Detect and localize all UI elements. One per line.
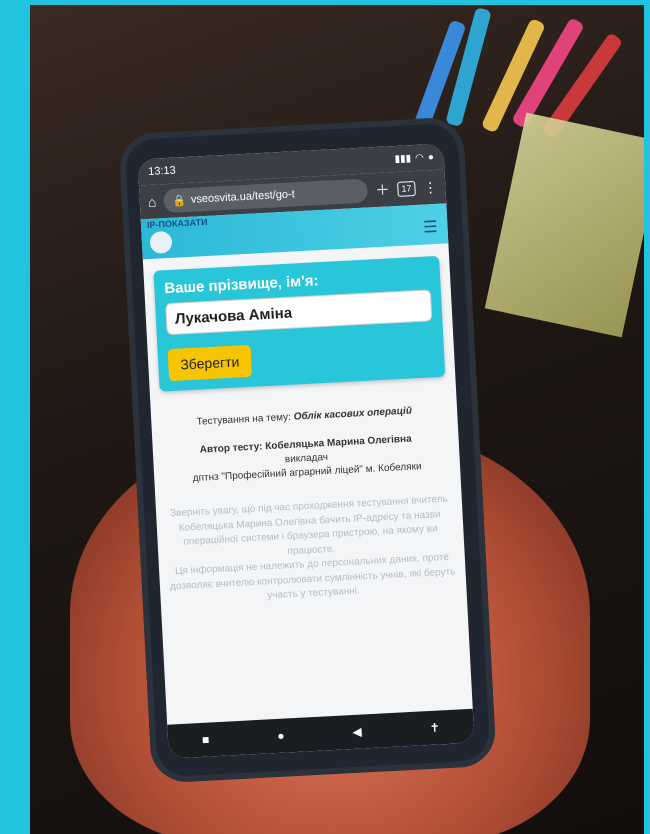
- hamburger-icon[interactable]: ☰: [423, 217, 438, 238]
- author-block: Автор тесту: Кобеляцька Марина Олегівна …: [163, 431, 451, 488]
- status-time: 13:13: [147, 164, 177, 178]
- recent-apps-icon[interactable]: ■: [202, 733, 210, 747]
- topic-prefix: Тестування на тему:: [196, 411, 292, 428]
- android-nav-bar: ■ ● ◀ ✝: [167, 708, 475, 759]
- avatar[interactable]: [149, 230, 173, 254]
- accessibility-icon[interactable]: ✝: [429, 720, 440, 735]
- battery-icon: ●: [427, 151, 435, 163]
- signal-icon: ▮▮▮: [394, 152, 412, 165]
- home-icon[interactable]: ⌂: [147, 194, 156, 210]
- save-button[interactable]: Зберегти: [167, 344, 253, 382]
- topic-line: Тестування на тему: Облік касових операц…: [161, 403, 447, 432]
- home-button-icon[interactable]: ●: [277, 729, 285, 743]
- topic-title: Облік касових операцій: [293, 405, 413, 423]
- page-content: Ваше прізвище, ім'я: Зберегти Тестування…: [143, 243, 468, 621]
- lock-icon: 🔒: [171, 194, 187, 208]
- status-icons: ▮▮▮ ◠ ●: [394, 151, 434, 164]
- ip-show-label[interactable]: ІР-ПОКАЗАТИ: [147, 217, 208, 230]
- author-label: Автор тесту:: [199, 441, 263, 456]
- test-info: Тестування на тему: Облік касових операц…: [161, 403, 457, 609]
- new-tab-icon[interactable]: ＋: [375, 179, 390, 200]
- more-menu-icon[interactable]: ⋮: [423, 178, 438, 196]
- back-icon[interactable]: ◀: [352, 725, 362, 739]
- address-bar[interactable]: 🔒 vseosvita.ua/test/go-t: [163, 178, 369, 214]
- phone: 13:13 ▮▮▮ ◠ ● ⌂ 🔒 vseosvita.ua/test/go-t…: [118, 116, 497, 784]
- paper-bag: [484, 112, 644, 338]
- name-input[interactable]: [165, 289, 433, 336]
- privacy-notice: Зверніть увагу, що під час проходження т…: [166, 493, 457, 609]
- tabs-count-button[interactable]: 17: [397, 180, 416, 197]
- url-text: vseosvita.ua/test/go-t: [190, 188, 296, 206]
- name-form-card: Ваше прізвище, ім'я: Зберегти: [153, 255, 446, 392]
- wifi-icon: ◠: [414, 152, 425, 164]
- photo-background: 13:13 ▮▮▮ ◠ ● ⌂ 🔒 vseosvita.ua/test/go-t…: [30, 5, 644, 834]
- phone-screen: 13:13 ▮▮▮ ◠ ● ⌂ 🔒 vseosvita.ua/test/go-t…: [137, 143, 475, 759]
